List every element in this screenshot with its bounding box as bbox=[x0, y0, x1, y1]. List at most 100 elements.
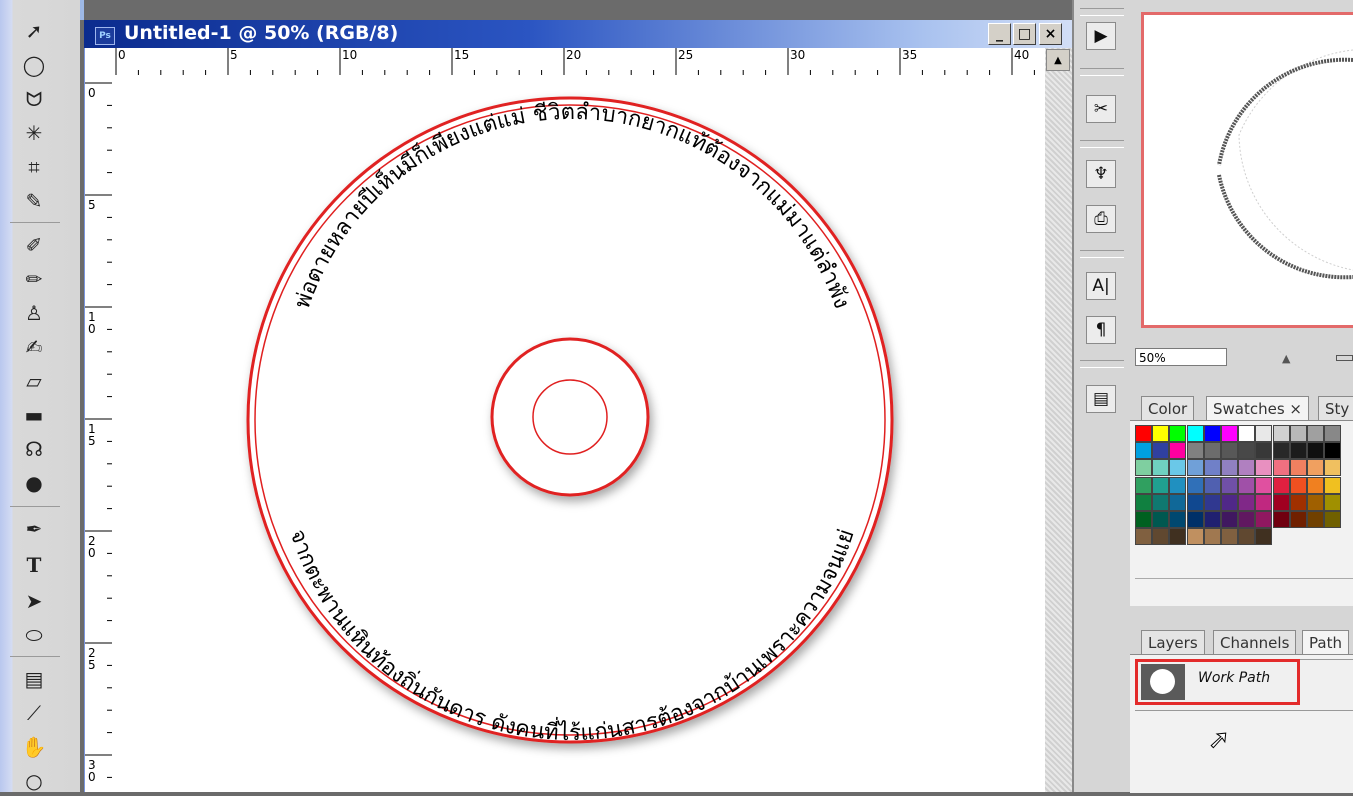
notes-tool-icon[interactable]: ▤ bbox=[14, 664, 54, 694]
lasso-tool-icon[interactable]: ᗢ bbox=[14, 84, 54, 114]
swatch[interactable] bbox=[1135, 476, 1152, 494]
swatch[interactable] bbox=[1186, 493, 1204, 511]
swatch[interactable] bbox=[1221, 425, 1238, 442]
swatch[interactable] bbox=[1221, 476, 1238, 494]
tab-paths[interactable]: Path bbox=[1302, 630, 1349, 654]
brush-tool-icon[interactable]: ✏ bbox=[14, 264, 54, 294]
swatch[interactable] bbox=[1289, 476, 1307, 494]
maximize-button[interactable]: □ bbox=[1013, 23, 1036, 45]
swatch[interactable] bbox=[1186, 425, 1204, 442]
swatch[interactable] bbox=[1307, 459, 1324, 477]
character-panel-icon[interactable]: A| bbox=[1086, 272, 1116, 300]
clone-source-icon[interactable]: ⎙ bbox=[1086, 205, 1116, 233]
swatch[interactable] bbox=[1135, 511, 1152, 528]
swatch[interactable] bbox=[1203, 493, 1221, 511]
tool-presets-icon[interactable]: ✂ bbox=[1086, 95, 1116, 123]
swatch[interactable] bbox=[1135, 425, 1152, 442]
swatch[interactable] bbox=[1272, 476, 1290, 494]
swatch[interactable] bbox=[1255, 493, 1273, 511]
swatch[interactable] bbox=[1152, 425, 1170, 442]
clone-stamp-tool-icon[interactable]: ♙ bbox=[14, 298, 54, 328]
swatch[interactable] bbox=[1272, 425, 1290, 442]
swatch[interactable] bbox=[1203, 459, 1221, 477]
canvas[interactable]: พ่อตายหลายปีเห็นมีก็เพียงแต่แม่ ชีวิตลำบ… bbox=[112, 75, 1045, 792]
swatch[interactable] bbox=[1152, 476, 1170, 494]
swatch[interactable] bbox=[1289, 425, 1307, 442]
blur-tool-icon[interactable]: ☊ bbox=[14, 434, 54, 464]
ellipse-shape-tool-icon[interactable]: ⬭ bbox=[14, 620, 54, 650]
swatch-grid[interactable] bbox=[1135, 425, 1353, 560]
swatch[interactable] bbox=[1238, 476, 1256, 494]
swatch[interactable] bbox=[1324, 459, 1342, 477]
swatch[interactable] bbox=[1272, 511, 1290, 528]
swatch[interactable] bbox=[1186, 528, 1204, 546]
swatch[interactable] bbox=[1255, 528, 1273, 546]
tab-layers[interactable]: Layers bbox=[1141, 630, 1205, 654]
healing-brush-tool-icon[interactable]: ✐ bbox=[14, 230, 54, 260]
swatch[interactable] bbox=[1307, 425, 1324, 442]
swatch[interactable] bbox=[1272, 459, 1290, 477]
gradient-tool-icon[interactable]: ▬ bbox=[14, 400, 54, 430]
swatch[interactable] bbox=[1289, 493, 1307, 511]
swatch[interactable] bbox=[1238, 511, 1256, 528]
swatch[interactable] bbox=[1186, 442, 1204, 460]
swatch[interactable] bbox=[1169, 528, 1187, 546]
swatch[interactable] bbox=[1255, 476, 1273, 494]
vertical-scrollbar[interactable] bbox=[1045, 48, 1072, 792]
swatch[interactable] bbox=[1221, 511, 1238, 528]
swatch[interactable] bbox=[1135, 459, 1152, 477]
zoom-out-icon[interactable]: ▲ bbox=[1282, 352, 1290, 365]
horizontal-ruler[interactable]: 0 5 10 15 20 25 30 35 40 bbox=[85, 48, 1045, 76]
swatch[interactable] bbox=[1169, 511, 1187, 528]
close-button[interactable]: × bbox=[1039, 23, 1062, 45]
swatch[interactable] bbox=[1307, 476, 1324, 494]
swatch[interactable] bbox=[1203, 442, 1221, 460]
swatch[interactable] bbox=[1238, 442, 1256, 460]
swatch[interactable] bbox=[1203, 476, 1221, 494]
zoom-slider[interactable] bbox=[1336, 355, 1353, 361]
swatch[interactable] bbox=[1152, 442, 1170, 460]
swatch[interactable] bbox=[1307, 493, 1324, 511]
swatch[interactable] bbox=[1307, 442, 1324, 460]
swatch[interactable] bbox=[1324, 493, 1342, 511]
swatch[interactable] bbox=[1238, 425, 1256, 442]
swatch[interactable] bbox=[1186, 511, 1204, 528]
swatch[interactable] bbox=[1169, 476, 1187, 494]
scroll-up-arrow-icon[interactable]: ▲ bbox=[1046, 49, 1070, 71]
swatch[interactable] bbox=[1238, 459, 1256, 477]
swatch[interactable] bbox=[1135, 442, 1152, 460]
swatch[interactable] bbox=[1152, 511, 1170, 528]
swatch[interactable] bbox=[1135, 493, 1152, 511]
swatch[interactable] bbox=[1186, 459, 1204, 477]
swatch[interactable] bbox=[1289, 442, 1307, 460]
swatch[interactable] bbox=[1152, 459, 1170, 477]
swatch[interactable] bbox=[1221, 528, 1238, 546]
navigator-zoom-field[interactable]: 50% bbox=[1135, 348, 1227, 366]
swatch[interactable] bbox=[1324, 425, 1342, 442]
history-brush-tool-icon[interactable]: ✍ bbox=[14, 332, 54, 362]
swatch[interactable] bbox=[1186, 476, 1204, 494]
swatch[interactable] bbox=[1221, 442, 1238, 460]
tab-swatches[interactable]: Swatches × bbox=[1206, 396, 1309, 420]
swatch[interactable] bbox=[1255, 425, 1273, 442]
slice-tool-icon[interactable]: ✎ bbox=[14, 186, 54, 216]
swatch[interactable] bbox=[1255, 442, 1273, 460]
magic-wand-tool-icon[interactable]: ✳ bbox=[14, 118, 54, 148]
hand-tool-icon[interactable]: ✋ bbox=[14, 732, 54, 762]
swatch[interactable] bbox=[1238, 528, 1256, 546]
eraser-tool-icon[interactable]: ▱ bbox=[14, 366, 54, 396]
swatch[interactable] bbox=[1324, 511, 1342, 528]
swatch[interactable] bbox=[1152, 493, 1170, 511]
tab-styles[interactable]: Sty bbox=[1318, 396, 1353, 420]
brushes-icon[interactable]: ♆ bbox=[1086, 160, 1116, 188]
swatch[interactable] bbox=[1169, 459, 1187, 477]
swatch[interactable] bbox=[1203, 511, 1221, 528]
swatch[interactable] bbox=[1289, 459, 1307, 477]
swatch[interactable] bbox=[1307, 511, 1324, 528]
swatch[interactable] bbox=[1289, 511, 1307, 528]
type-tool-icon[interactable]: T bbox=[14, 550, 54, 580]
swatch[interactable] bbox=[1221, 459, 1238, 477]
pen-tool-icon[interactable]: ✒ bbox=[14, 514, 54, 544]
swatch[interactable] bbox=[1135, 528, 1152, 546]
swatch[interactable] bbox=[1169, 425, 1187, 442]
